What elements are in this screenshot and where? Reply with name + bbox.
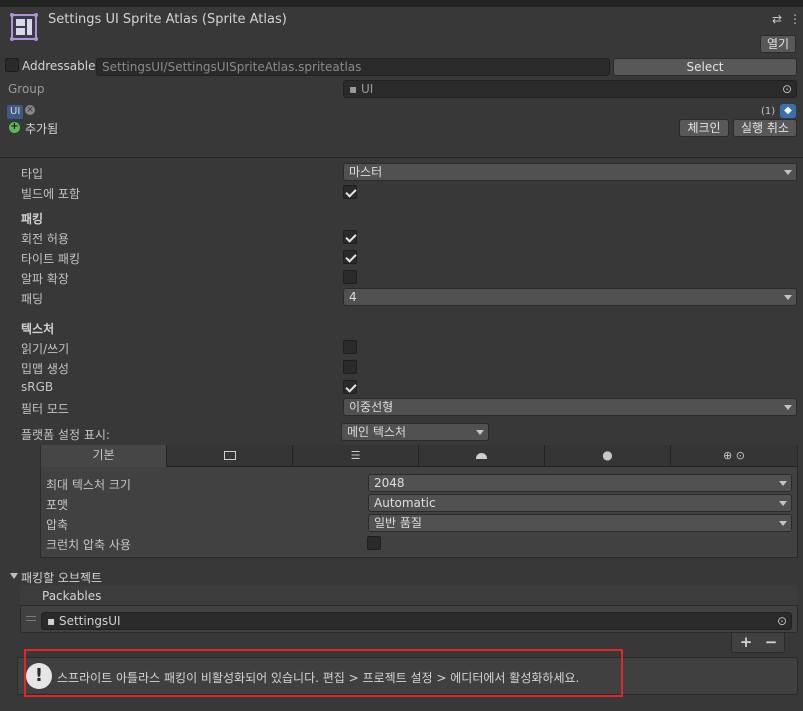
- crunch-checkbox[interactable]: [367, 536, 381, 550]
- android-icon: [476, 453, 487, 459]
- padding-value: 4: [349, 290, 357, 304]
- settings-sliders-icon[interactable]: ⇄: [772, 12, 782, 26]
- crunch-label: 크런치 압축 사용: [46, 538, 131, 552]
- label-count: (1): [761, 106, 776, 117]
- tag-icon[interactable]: ◆: [780, 104, 796, 118]
- include-build-checkbox[interactable]: [343, 185, 357, 199]
- platform-value: 메인 텍스처: [347, 425, 407, 439]
- alpha-dilation-label: 알파 확장: [21, 272, 69, 286]
- apple-icon: ●: [602, 448, 613, 462]
- select-button[interactable]: Select: [613, 58, 797, 76]
- object-picker-icon[interactable]: ⊙: [777, 613, 787, 629]
- revert-button[interactable]: 실행 취소: [733, 119, 797, 137]
- sprite-atlas-icon: [9, 12, 39, 42]
- remove-item-button[interactable]: −: [763, 633, 779, 651]
- compression-value: 일반 품질: [374, 516, 422, 530]
- add-item-button[interactable]: +: [738, 633, 754, 651]
- tab-android[interactable]: [419, 445, 545, 467]
- padding-dropdown[interactable]: 4: [343, 288, 797, 306]
- packing-header: 패킹: [21, 212, 44, 226]
- server-icon: ☰: [350, 449, 361, 462]
- tight-packing-checkbox[interactable]: [343, 250, 357, 264]
- chevron-down-icon: [784, 295, 792, 300]
- packables-header-label: Packables: [42, 589, 102, 603]
- compression-label: 압축: [46, 518, 69, 532]
- rotation-checkbox[interactable]: [343, 230, 357, 244]
- chevron-down-icon: [784, 405, 792, 410]
- label-tag: UI: [7, 105, 24, 119]
- foldout-arrow-icon[interactable]: [10, 573, 18, 579]
- web-icon: ⊕ ⊙: [723, 449, 745, 462]
- alpha-dilation-checkbox[interactable]: [343, 270, 357, 284]
- tab-default[interactable]: 기본: [41, 445, 167, 467]
- readwrite-checkbox[interactable]: [343, 340, 357, 354]
- platform-label: 플랫폼 설정 표시:: [21, 428, 110, 442]
- format-value: Automatic: [374, 496, 436, 510]
- added-plus-icon: +: [9, 121, 20, 133]
- drag-handle-icon[interactable]: [26, 616, 36, 621]
- tab-webgl[interactable]: ⊕ ⊙: [671, 445, 797, 467]
- warning-icon: !: [26, 663, 52, 689]
- filter-mode-dropdown[interactable]: 이중선형: [343, 398, 797, 416]
- tab-default-label: 기본: [92, 448, 115, 462]
- chevron-down-icon: [476, 430, 484, 435]
- max-size-label: 최대 텍스처 크기: [46, 478, 131, 492]
- packables-header: [20, 585, 798, 606]
- packables-section-title: 패킹할 오브젝트: [21, 571, 103, 585]
- type-dropdown[interactable]: 마스터: [343, 163, 797, 181]
- packable-item-value: SettingsUI: [58, 614, 121, 628]
- remove-tag-icon[interactable]: ×: [25, 105, 35, 115]
- monitor-icon: [223, 451, 236, 460]
- type-label: 타입: [21, 167, 44, 181]
- warning-text: 스프라이트 아틀라스 패킹이 비활성화되어 있습니다. 편집 > 프로젝트 설정…: [57, 671, 580, 685]
- compression-dropdown[interactable]: 일반 품질: [368, 514, 792, 532]
- chevron-down-icon: [779, 521, 787, 526]
- checkin-button[interactable]: 체크인: [679, 119, 729, 137]
- top-tab-strip: [0, 0, 803, 7]
- folder-icon: ▪: [47, 614, 56, 628]
- open-button[interactable]: 열기: [760, 35, 796, 53]
- mipmap-label: 밉맵 생성: [21, 362, 69, 376]
- srgb-label: sRGB: [21, 380, 54, 394]
- texture-header: 텍스처: [21, 322, 55, 336]
- group-field[interactable]: ▪ UI ⊙: [343, 80, 797, 98]
- folder-icon: ▪: [349, 82, 358, 96]
- tab-server[interactable]: ☰: [293, 445, 419, 467]
- readwrite-label: 읽기/쓰기: [21, 342, 70, 356]
- chevron-down-icon: [779, 501, 787, 506]
- packable-item-field[interactable]: ▪ SettingsUI ⊙: [41, 612, 792, 630]
- tight-packing-label: 타이트 패킹: [21, 252, 81, 266]
- group-value: UI: [360, 82, 374, 96]
- format-label: 포맷: [46, 498, 69, 512]
- tab-ios[interactable]: ●: [545, 445, 671, 467]
- srgb-checkbox[interactable]: [343, 380, 357, 394]
- group-label: Group: [8, 82, 45, 96]
- format-dropdown[interactable]: Automatic: [368, 494, 792, 512]
- filter-mode-label: 필터 모드: [21, 402, 69, 416]
- rotation-label: 회전 허용: [21, 232, 69, 246]
- page-title: Settings UI Sprite Atlas (Sprite Atlas): [48, 12, 287, 27]
- max-size-value: 2048: [374, 476, 405, 490]
- object-picker-icon[interactable]: ⊙: [782, 81, 792, 97]
- addressable-label: Addressable: [22, 59, 96, 73]
- added-status: 추가됨: [25, 122, 59, 136]
- mipmap-checkbox[interactable]: [343, 360, 357, 374]
- padding-label: 패딩: [21, 292, 44, 306]
- label-tag-text: UI: [10, 106, 21, 117]
- header-divider: [0, 157, 803, 158]
- filter-mode-value: 이중선형: [349, 400, 394, 414]
- addressable-checkbox[interactable]: [5, 58, 19, 72]
- chevron-down-icon: [779, 481, 787, 486]
- platform-dropdown[interactable]: 메인 텍스처: [341, 423, 489, 441]
- addressable-path-field[interactable]: SettingsUI/SettingsUISpriteAtlas.spritea…: [96, 58, 610, 76]
- more-menu-icon[interactable]: ⋮: [789, 12, 801, 26]
- max-size-dropdown[interactable]: 2048: [368, 474, 792, 492]
- chevron-down-icon: [784, 170, 792, 175]
- tab-standalone[interactable]: [167, 445, 293, 467]
- include-build-label: 빌드에 포함: [21, 187, 81, 201]
- type-value: 마스터: [349, 165, 383, 179]
